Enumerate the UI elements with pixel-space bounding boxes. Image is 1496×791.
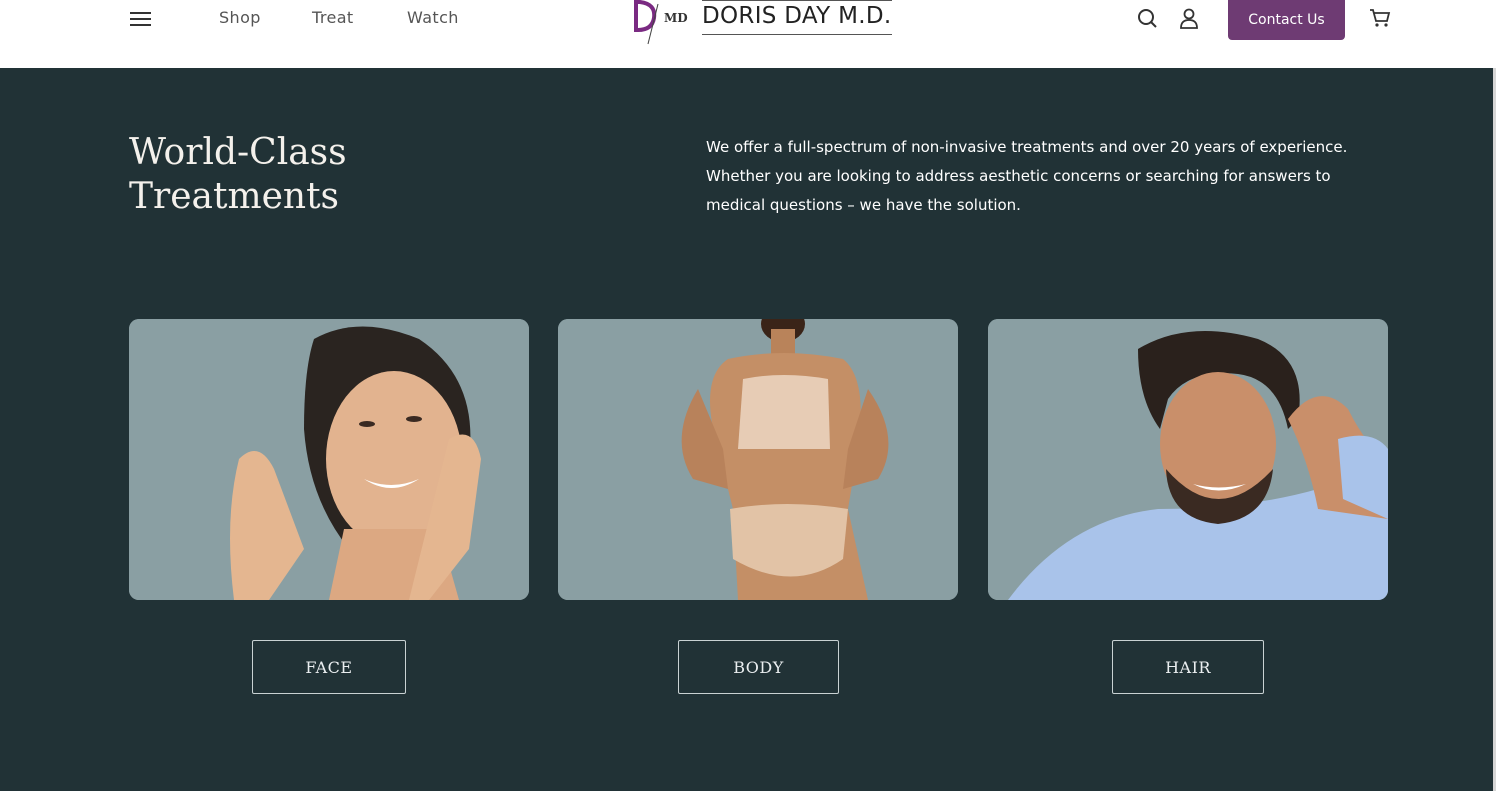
section-description: We offer a full-spectrum of non-invasive… xyxy=(706,138,1348,214)
nav-watch[interactable]: Watch xyxy=(407,8,459,27)
face-card-image[interactable] xyxy=(129,319,529,600)
site-logo[interactable]: MD DORIS DAY M.D. xyxy=(630,0,900,48)
logo-rule xyxy=(702,34,892,35)
section-title: World-Class Treatments xyxy=(129,131,509,219)
hair-card-image[interactable] xyxy=(988,319,1388,600)
body-card-image[interactable] xyxy=(558,319,958,600)
menu-icon[interactable] xyxy=(130,11,152,27)
face-button[interactable]: FACE xyxy=(252,640,406,694)
svg-text:MD: MD xyxy=(664,11,688,25)
user-icon[interactable] xyxy=(1179,8,1199,34)
search-icon[interactable] xyxy=(1137,8,1159,34)
cart-icon[interactable] xyxy=(1369,8,1391,32)
logo-rule-top xyxy=(702,0,892,1)
logo-monogram-icon: MD xyxy=(634,0,688,45)
contact-us-button[interactable]: Contact Us xyxy=(1228,0,1345,40)
body-button[interactable]: BODY xyxy=(678,640,839,694)
nav-treat[interactable]: Treat xyxy=(312,8,354,27)
site-header: Shop Treat Watch MD DORIS DAY M.D. Conta… xyxy=(0,0,1496,68)
man-hair-photo xyxy=(988,319,1388,600)
hair-button[interactable]: HAIR xyxy=(1112,640,1264,694)
woman-face-photo xyxy=(129,319,529,600)
title-line-2: Treatments xyxy=(129,176,340,217)
title-line-1: World-Class xyxy=(129,132,347,173)
nav-shop[interactable]: Shop xyxy=(219,8,261,27)
logo-text: DORIS DAY M.D. xyxy=(702,3,892,29)
woman-body-photo xyxy=(558,319,958,600)
